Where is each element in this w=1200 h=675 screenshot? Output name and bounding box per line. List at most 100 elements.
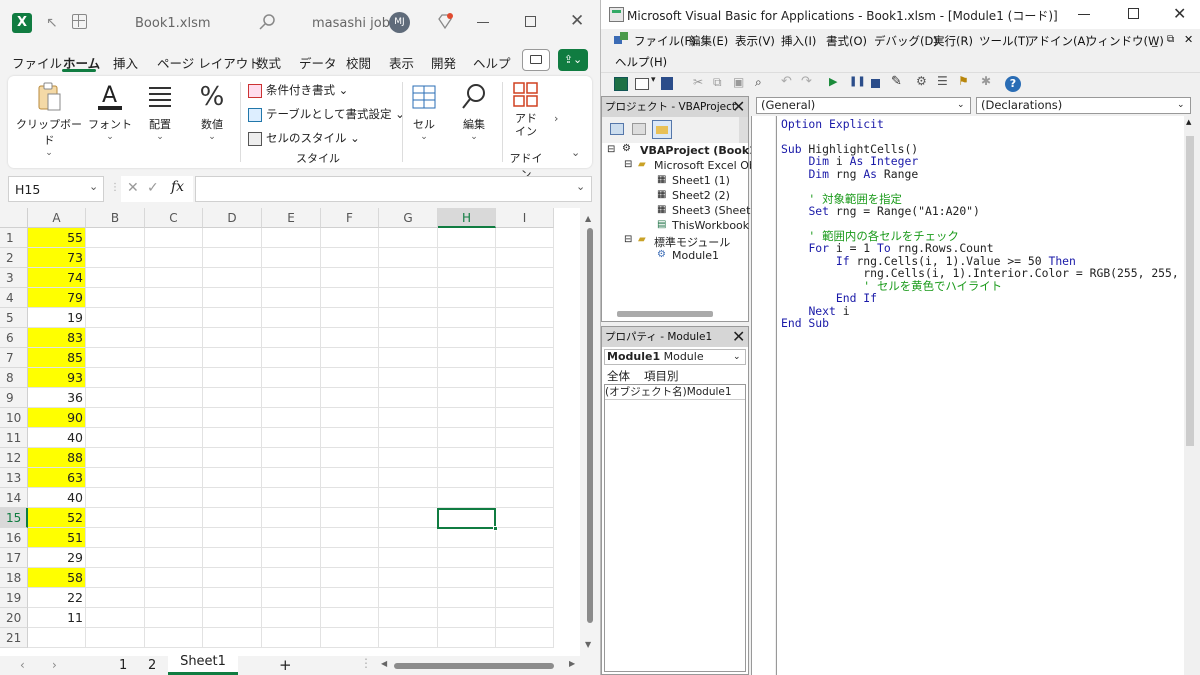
sheet-tab-sheet1[interactable]: Sheet1 <box>168 652 238 675</box>
cell-b1[interactable] <box>86 228 145 248</box>
cell-a3[interactable]: 74 <box>28 268 86 288</box>
column-header-c[interactable]: C <box>145 208 203 228</box>
cancel-icon[interactable]: ✕ <box>127 180 139 196</box>
vbe-menu-file[interactable]: ファイル(F) <box>634 33 696 49</box>
cell-e4[interactable] <box>262 288 321 308</box>
cell-i21[interactable] <box>496 628 554 648</box>
cell-i15[interactable] <box>496 508 554 528</box>
cell-h10[interactable] <box>438 408 496 428</box>
row-header-8[interactable]: 8 <box>0 368 28 388</box>
cell-d11[interactable] <box>203 428 262 448</box>
cell-f5[interactable] <box>321 308 379 328</box>
column-header-g[interactable]: G <box>379 208 438 228</box>
cell-b8[interactable] <box>86 368 145 388</box>
cell-f14[interactable] <box>321 488 379 508</box>
cell-e1[interactable] <box>262 228 321 248</box>
row-header-17[interactable]: 17 <box>0 548 28 568</box>
find-icon[interactable]: ⌕ <box>755 75 762 90</box>
run-icon[interactable]: ▶ <box>829 75 837 88</box>
cell-i19[interactable] <box>496 588 554 608</box>
cell-b4[interactable] <box>86 288 145 308</box>
cell-a7[interactable]: 85 <box>28 348 86 368</box>
cell-e20[interactable] <box>262 608 321 628</box>
cell-g13[interactable] <box>379 468 438 488</box>
cell-h19[interactable] <box>438 588 496 608</box>
cell-d18[interactable] <box>203 568 262 588</box>
cell-a5[interactable]: 19 <box>28 308 86 328</box>
cell-h8[interactable] <box>438 368 496 388</box>
cell-f4[interactable] <box>321 288 379 308</box>
cell-e16[interactable] <box>262 528 321 548</box>
cell-h18[interactable] <box>438 568 496 588</box>
cell-c19[interactable] <box>145 588 203 608</box>
cell-c13[interactable] <box>145 468 203 488</box>
cell-c12[interactable] <box>145 448 203 468</box>
cell-i13[interactable] <box>496 468 554 488</box>
cell-e12[interactable] <box>262 448 321 468</box>
cell-g7[interactable] <box>379 348 438 368</box>
vbe-menu-edit[interactable]: 編集(E) <box>689 33 728 49</box>
design-mode-icon[interactable]: ✎ <box>891 74 902 89</box>
properties-icon[interactable]: ☰ <box>937 74 948 88</box>
cell-g14[interactable] <box>379 488 438 508</box>
mdi-close-icon[interactable]: ✕ <box>1184 33 1193 46</box>
cell-i7[interactable] <box>496 348 554 368</box>
row-header-20[interactable]: 20 <box>0 608 28 628</box>
tab-developer[interactable]: 開発 <box>431 53 456 72</box>
cut-icon[interactable]: ✂ <box>693 75 703 89</box>
cell-e15[interactable] <box>262 508 321 528</box>
column-header-f[interactable]: F <box>321 208 379 228</box>
cell-a8[interactable]: 93 <box>28 368 86 388</box>
cell-h9[interactable] <box>438 388 496 408</box>
cell-g11[interactable] <box>379 428 438 448</box>
cell-d21[interactable] <box>203 628 262 648</box>
cell-d15[interactable] <box>203 508 262 528</box>
cell-g17[interactable] <box>379 548 438 568</box>
row-header-5[interactable]: 5 <box>0 308 28 328</box>
cell-e11[interactable] <box>262 428 321 448</box>
row-header-7[interactable]: 7 <box>0 348 28 368</box>
scroll-thumb[interactable] <box>587 228 593 623</box>
cell-i10[interactable] <box>496 408 554 428</box>
cell-h17[interactable] <box>438 548 496 568</box>
close-icon[interactable]: ✕ <box>570 11 584 31</box>
cell-b6[interactable] <box>86 328 145 348</box>
cell-d17[interactable] <box>203 548 262 568</box>
cell-i9[interactable] <box>496 388 554 408</box>
cell-f12[interactable] <box>321 448 379 468</box>
properties-tab-all[interactable]: 全体 <box>607 368 630 384</box>
cell-b21[interactable] <box>86 628 145 648</box>
cell-c16[interactable] <box>145 528 203 548</box>
cell-a14[interactable]: 40 <box>28 488 86 508</box>
tab-file[interactable]: ファイル <box>12 53 62 72</box>
cell-d3[interactable] <box>203 268 262 288</box>
table-icon[interactable] <box>72 14 87 29</box>
sheet-tab-2[interactable]: 2 <box>148 658 156 673</box>
vbe-menu-addins[interactable]: アドイン(A) <box>1027 33 1090 49</box>
cell-g4[interactable] <box>379 288 438 308</box>
cell-f16[interactable] <box>321 528 379 548</box>
cell-a15[interactable]: 52 <box>28 508 86 528</box>
clipboard-button[interactable]: クリップボード ⌄ <box>14 82 84 158</box>
comment-icon[interactable] <box>522 49 550 71</box>
cell-c9[interactable] <box>145 388 203 408</box>
font-button[interactable]: A フォント ⌄ <box>88 82 132 142</box>
cell-h2[interactable] <box>438 248 496 268</box>
redo-icon[interactable]: ↷ <box>801 74 812 89</box>
row-header-21[interactable]: 21 <box>0 628 28 648</box>
cell-f20[interactable] <box>321 608 379 628</box>
copy-icon[interactable]: ⧉ <box>713 75 722 90</box>
cell-b14[interactable] <box>86 488 145 508</box>
code-editor[interactable]: Option Explicit Sub HighlightCells() Dim … <box>776 116 1194 675</box>
cell-d4[interactable] <box>203 288 262 308</box>
cell-h11[interactable] <box>438 428 496 448</box>
row-header-3[interactable]: 3 <box>0 268 28 288</box>
cell-d9[interactable] <box>203 388 262 408</box>
cell-c18[interactable] <box>145 568 203 588</box>
tree-excel-objects[interactable]: Microsoft Excel Obj <box>654 159 759 172</box>
cell-h1[interactable] <box>438 228 496 248</box>
row-header-15[interactable]: 15 <box>0 508 28 528</box>
cell-g19[interactable] <box>379 588 438 608</box>
cell-g12[interactable] <box>379 448 438 468</box>
cell-h6[interactable] <box>438 328 496 348</box>
